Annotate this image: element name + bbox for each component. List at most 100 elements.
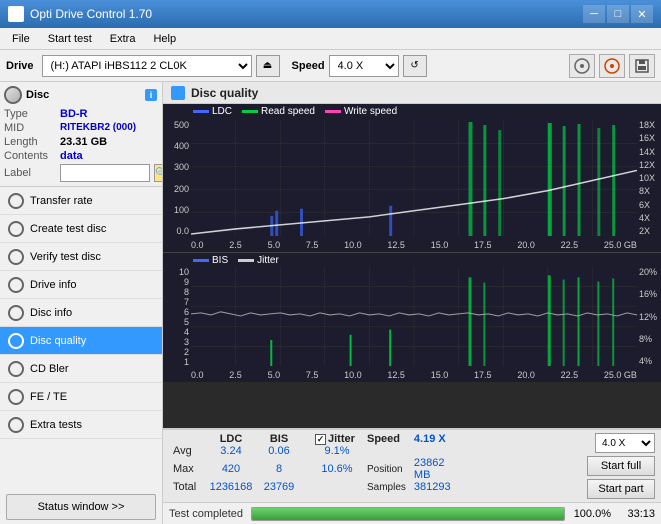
write-speed-legend-label: Write speed bbox=[344, 106, 397, 117]
x-top-20: 20.0 bbox=[517, 240, 535, 250]
x-top-22.5: 22.5 bbox=[561, 240, 579, 250]
x-top-5: 5.0 bbox=[268, 240, 281, 250]
save-icon-btn[interactable] bbox=[629, 54, 655, 78]
label-search-button[interactable]: 🔍 bbox=[154, 164, 163, 182]
speed-select[interactable]: 4.0 X bbox=[329, 55, 399, 77]
eject-button[interactable]: ⏏ bbox=[256, 55, 280, 77]
y-top-200: 200 bbox=[163, 184, 189, 194]
x-bot-0: 0.0 bbox=[191, 370, 204, 380]
progress-bar-fill bbox=[252, 508, 564, 520]
y-right-4pct: 4% bbox=[639, 356, 661, 366]
x-bot-22.5: 22.5 bbox=[561, 370, 579, 380]
stats-table: LDC BIS ✓ Jitter Speed 4.19 X bbox=[169, 433, 460, 493]
y-bot-6: 6 bbox=[163, 307, 189, 317]
y-bot-3: 3 bbox=[163, 337, 189, 347]
x-top-0: 0.0 bbox=[191, 240, 204, 250]
ldc-legend: LDC bbox=[193, 106, 232, 117]
total-ldc: 1236168 bbox=[205, 481, 257, 493]
menu-file[interactable]: File bbox=[4, 31, 38, 47]
y-bot-7: 7 bbox=[163, 297, 189, 307]
progress-section: Test completed 100.0% 33:13 bbox=[163, 502, 661, 524]
nav-item-fe-te[interactable]: FE / TE bbox=[0, 383, 162, 411]
jitter-checkbox[interactable]: ✓ bbox=[315, 434, 326, 445]
nav-list: Transfer rate Create test disc Verify te… bbox=[0, 187, 162, 490]
disc-quality-header: Disc quality bbox=[163, 82, 661, 104]
nav-label-fe-te: FE / TE bbox=[30, 391, 67, 403]
nav-item-cd-bler[interactable]: CD Bler bbox=[0, 355, 162, 383]
nav-item-transfer-rate[interactable]: Transfer rate bbox=[0, 187, 162, 215]
status-window-button[interactable]: Status window >> bbox=[6, 494, 156, 520]
speed-label: Speed bbox=[292, 60, 325, 72]
x-top-2.5: 2.5 bbox=[229, 240, 242, 250]
nav-label-cd-bler: CD Bler bbox=[30, 363, 69, 375]
samples-label: Samples bbox=[363, 481, 410, 493]
menu-help[interactable]: Help bbox=[145, 31, 184, 47]
mid-value: RITEKBR2 (000) bbox=[60, 122, 136, 134]
refresh-button[interactable]: ↺ bbox=[403, 55, 427, 77]
max-ldc: 420 bbox=[205, 457, 257, 481]
minimize-button[interactable]: ─ bbox=[583, 5, 605, 23]
nav-label-disc-info: Disc info bbox=[30, 307, 72, 319]
bis-legend-color bbox=[193, 259, 209, 262]
top-chart: LDC Read speed Write speed 500 400 300 bbox=[163, 104, 661, 252]
length-value: 23.31 GB bbox=[60, 136, 107, 148]
cd-bler-icon bbox=[8, 361, 24, 377]
drive-label: Drive bbox=[6, 60, 34, 72]
y-bot-10: 10 bbox=[163, 267, 189, 277]
x-top-25: 25.0 GB bbox=[604, 240, 637, 250]
verify-test-disc-icon bbox=[8, 249, 24, 265]
progress-bar bbox=[251, 507, 565, 521]
start-full-button[interactable]: Start full bbox=[587, 456, 655, 476]
position-value-max: 23862 MB bbox=[410, 457, 460, 481]
nav-item-disc-quality[interactable]: Disc quality bbox=[0, 327, 162, 355]
fe-te-icon bbox=[8, 389, 24, 405]
menu-extra[interactable]: Extra bbox=[102, 31, 144, 47]
speed-select-stats[interactable]: 4.0 X bbox=[595, 433, 655, 453]
y-right-12x: 12X bbox=[639, 160, 661, 170]
avg-bis: 0.06 bbox=[257, 445, 301, 457]
drive-select[interactable]: (H:) ATAPI iHBS112 2 CL0K bbox=[42, 55, 252, 77]
col-speed-value: 4.19 X bbox=[410, 433, 460, 445]
y-right-14x: 14X bbox=[639, 147, 661, 157]
nav-item-drive-info[interactable]: Drive info bbox=[0, 271, 162, 299]
y-top-0: 0.0 bbox=[163, 226, 189, 236]
titlebar: Opti Drive Control 1.70 ─ □ ✕ bbox=[0, 0, 661, 28]
bis-legend-label: BIS bbox=[212, 255, 228, 266]
col-bis: BIS bbox=[257, 433, 301, 445]
close-button[interactable]: ✕ bbox=[631, 5, 653, 23]
disc-write-icon bbox=[574, 58, 590, 74]
nav-item-verify-test-disc[interactable]: Verify test disc bbox=[0, 243, 162, 271]
y-right-16x: 16X bbox=[639, 133, 661, 143]
disc-quality-title: Disc quality bbox=[191, 86, 258, 100]
jitter-legend: Jitter bbox=[238, 255, 279, 266]
x-bot-10: 10.0 bbox=[344, 370, 362, 380]
disc-read-icon-btn[interactable] bbox=[599, 54, 625, 78]
nav-item-disc-info[interactable]: Disc info bbox=[0, 299, 162, 327]
x-bot-17.5: 17.5 bbox=[474, 370, 492, 380]
y-top-500: 500 bbox=[163, 120, 189, 130]
menu-start-test[interactable]: Start test bbox=[40, 31, 100, 47]
total-bis: 23769 bbox=[257, 481, 301, 493]
y-right-10x: 10X bbox=[639, 173, 661, 183]
maximize-button[interactable]: □ bbox=[607, 5, 629, 23]
create-test-disc-icon bbox=[8, 221, 24, 237]
nav-item-create-test-disc[interactable]: Create test disc bbox=[0, 215, 162, 243]
status-text: Test completed bbox=[169, 508, 243, 520]
nav-label-extra-tests: Extra tests bbox=[30, 419, 82, 431]
x-bot-25: 25.0 GB bbox=[604, 370, 637, 380]
nav-item-extra-tests[interactable]: Extra tests bbox=[0, 411, 162, 439]
max-bis: 8 bbox=[257, 457, 301, 481]
read-speed-legend-label: Read speed bbox=[261, 106, 315, 117]
write-speed-legend-color bbox=[325, 110, 341, 113]
y-bot-1: 1 bbox=[163, 357, 189, 367]
col-jitter-check: ✓ Jitter bbox=[311, 433, 363, 445]
disc-quality-icon bbox=[8, 333, 24, 349]
position-label bbox=[363, 445, 410, 457]
stats-total-row: Total 1236168 23769 Samples 381293 bbox=[169, 481, 460, 493]
y-right-8x: 8X bbox=[639, 186, 661, 196]
label-input[interactable] bbox=[60, 164, 150, 182]
x-bot-20: 20.0 bbox=[517, 370, 535, 380]
disc-write-icon-btn[interactable] bbox=[569, 54, 595, 78]
start-part-button[interactable]: Start part bbox=[587, 479, 655, 499]
type-label: Type bbox=[4, 108, 56, 120]
